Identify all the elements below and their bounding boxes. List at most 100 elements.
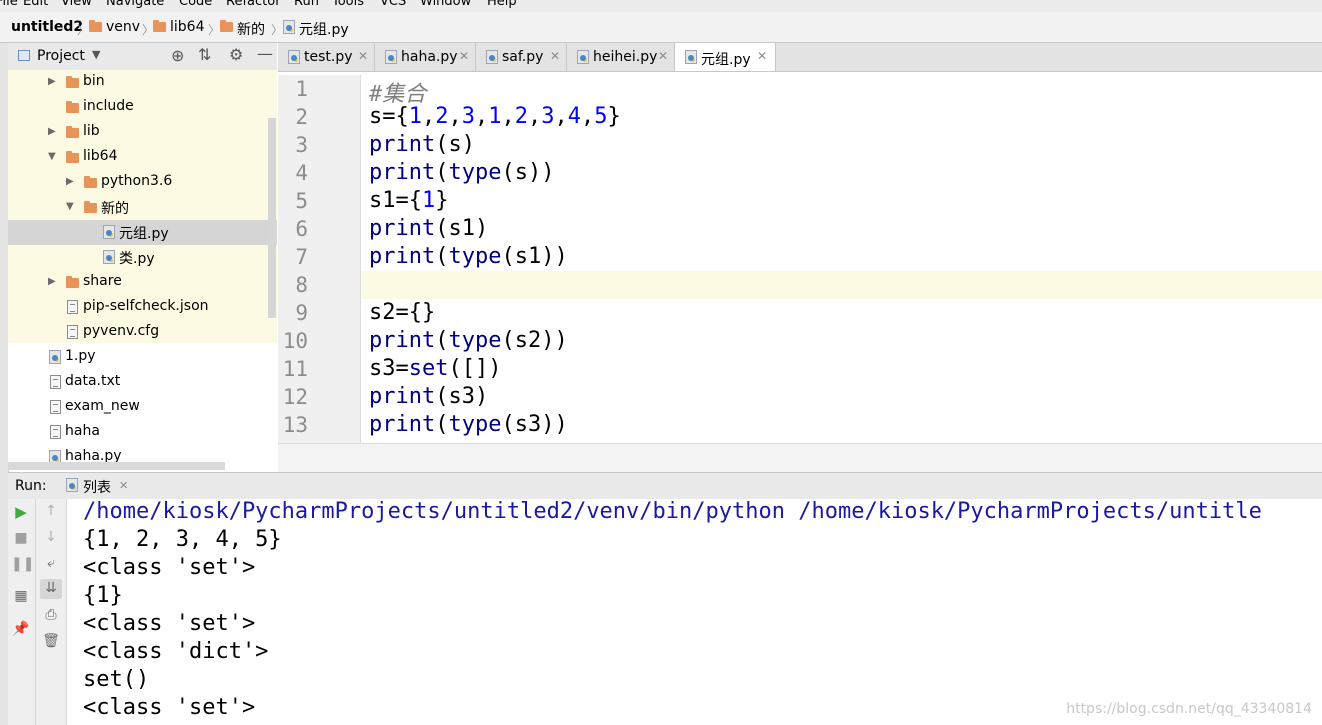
code-number: 5 bbox=[594, 104, 608, 129]
arrow-down-icon[interactable]: ↓ bbox=[41, 529, 61, 545]
pause-icon[interactable]: ❚❚ bbox=[11, 556, 34, 572]
scroll-to-end-icon[interactable]: ⇊ bbox=[41, 580, 61, 596]
code-punctuation: ) bbox=[541, 244, 555, 269]
tree-item-include[interactable]: include bbox=[8, 95, 277, 120]
tree-item-data-txt[interactable]: data.txt bbox=[8, 370, 277, 395]
folder-icon bbox=[153, 20, 166, 32]
close-icon[interactable]: ✕ bbox=[658, 49, 668, 63]
chevron-down-icon[interactable]: ▼ bbox=[92, 48, 100, 61]
menu-view[interactable]: View bbox=[61, 0, 92, 9]
close-icon[interactable]: ✕ bbox=[119, 479, 128, 492]
breadcrumb-venv[interactable]: venv bbox=[106, 19, 140, 35]
tree-item-1-py[interactable]: 1.py bbox=[8, 345, 277, 370]
code-identifier: s3 bbox=[448, 384, 475, 409]
pin-icon[interactable]: 📌 bbox=[11, 621, 31, 637]
code-line[interactable]: print(s3) bbox=[369, 384, 488, 409]
breadcrumb-project[interactable]: untitled2 bbox=[11, 19, 83, 35]
minimize-icon[interactable]: — bbox=[257, 44, 273, 63]
code-line[interactable]: print(s1) bbox=[369, 216, 488, 241]
tree-item-tuple-py[interactable]: 元组.py bbox=[8, 220, 277, 245]
line-number: 10 bbox=[282, 329, 308, 353]
layout-icon[interactable]: ▦ bbox=[11, 588, 31, 604]
chevron-right-icon[interactable]: ▶ bbox=[48, 126, 56, 137]
chevron-right-icon[interactable]: ▶ bbox=[48, 276, 56, 287]
breadcrumb-new-folder[interactable]: 新的 bbox=[237, 19, 265, 39]
code-line[interactable]: s1={1} bbox=[369, 188, 449, 213]
code-line[interactable]: print(type(s)) bbox=[369, 160, 554, 185]
soft-wrap-icon[interactable]: ⤶ bbox=[41, 555, 61, 571]
tab-test-py[interactable]: test.py ✕ bbox=[278, 43, 375, 71]
current-line-highlight bbox=[361, 271, 1322, 299]
tab-tuple-py[interactable]: 元组.py ✕ bbox=[675, 43, 776, 71]
tree-item-lib64[interactable]: ▼ lib64 bbox=[8, 145, 277, 170]
menu-tools[interactable]: Tools bbox=[332, 0, 364, 9]
code-punctuation: , bbox=[422, 104, 436, 129]
tab-heihei-py[interactable]: heihei.py ✕ bbox=[567, 43, 675, 71]
menu-help[interactable]: Help bbox=[487, 0, 517, 9]
gear-icon[interactable]: ⚙ bbox=[229, 45, 243, 64]
code-line[interactable]: s3=set([]) bbox=[369, 356, 502, 381]
menu-refactor[interactable]: Refactor bbox=[226, 0, 281, 9]
tab-saf-py[interactable]: saf.py ✕ bbox=[476, 43, 567, 71]
project-vertical-scrollbar[interactable] bbox=[268, 118, 276, 318]
menu-file[interactable]: File bbox=[0, 0, 18, 9]
code-editor[interactable]: #集合 s={1,2,3,1,2,3,4,5} print(s) print(t… bbox=[361, 75, 1322, 443]
code-line[interactable]: print(type(s2)) bbox=[369, 328, 568, 353]
python-file-icon bbox=[49, 350, 61, 364]
console-line: set() bbox=[83, 667, 150, 692]
chevron-right-icon[interactable]: ▶ bbox=[48, 76, 56, 87]
print-icon[interactable]: ⎙ bbox=[41, 607, 61, 623]
code-line[interactable]: print(type(s1)) bbox=[369, 244, 568, 269]
menu-navigate[interactable]: Navigate bbox=[106, 0, 164, 9]
tree-item-pip-selfcheck[interactable]: pip-selfcheck.json bbox=[8, 295, 277, 320]
close-icon[interactable]: ✕ bbox=[459, 49, 469, 63]
code-line[interactable]: print(s) bbox=[369, 132, 475, 157]
tree-item-exam-new[interactable]: exam_new bbox=[8, 395, 277, 420]
chevron-down-icon[interactable]: ▼ bbox=[66, 201, 74, 212]
trash-icon[interactable]: 🗑 bbox=[41, 633, 61, 649]
tree-item-share[interactable]: ▶ share bbox=[8, 270, 277, 295]
arrow-up-icon[interactable]: ↑ bbox=[41, 503, 61, 519]
tree-item-bin[interactable]: ▶ bin bbox=[8, 70, 277, 95]
breadcrumb-lib64[interactable]: lib64 bbox=[170, 19, 204, 35]
code-punctuation: } bbox=[607, 104, 621, 129]
chevron-down-icon[interactable]: ▼ bbox=[48, 151, 56, 162]
tree-item-lib[interactable]: ▶ lib bbox=[8, 120, 277, 145]
tree-item-label: bin bbox=[83, 73, 105, 89]
close-icon[interactable]: ✕ bbox=[550, 49, 560, 63]
code-line[interactable]: s2={} bbox=[369, 300, 435, 325]
stop-icon[interactable]: ■ bbox=[11, 530, 31, 546]
code-punctuation: ( bbox=[435, 412, 449, 437]
tree-item-python36[interactable]: ▶ python3.6 bbox=[8, 170, 277, 195]
project-horizontal-scrollbar[interactable] bbox=[8, 462, 225, 470]
chevron-right-icon[interactable]: ▶ bbox=[66, 176, 74, 187]
tree-item-pyvenv-cfg[interactable]: pyvenv.cfg bbox=[8, 320, 277, 345]
line-number: 3 bbox=[295, 133, 308, 157]
run-console-output[interactable]: /home/kiosk/PycharmProjects/untitled2/ve… bbox=[67, 499, 1322, 725]
collapse-all-icon[interactable]: ⇅ bbox=[198, 45, 211, 64]
menu-window[interactable]: Window bbox=[420, 0, 471, 9]
close-icon[interactable]: ✕ bbox=[757, 49, 767, 63]
line-number: 4 bbox=[295, 161, 308, 185]
menu-run[interactable]: Run bbox=[294, 0, 319, 9]
run-tab-label[interactable]: 列表 bbox=[83, 477, 111, 497]
tree-item-new-folder[interactable]: ▼ 新的 bbox=[8, 195, 277, 220]
project-panel-title[interactable]: Project bbox=[37, 48, 85, 64]
menu-edit[interactable]: Edit bbox=[23, 0, 48, 9]
close-icon[interactable]: ✕ bbox=[358, 49, 368, 63]
code-punctuation: , bbox=[581, 104, 595, 129]
breadcrumb-file[interactable]: 元组.py bbox=[299, 19, 349, 39]
tree-item-class-py[interactable]: 类.py bbox=[8, 245, 277, 270]
watermark: https://blog.csdn.net/qq_43340814 bbox=[1066, 701, 1312, 717]
code-line[interactable]: print(type(s3)) bbox=[369, 412, 568, 437]
code-punctuation: , bbox=[528, 104, 542, 129]
menu-code[interactable]: Code bbox=[179, 0, 212, 9]
code-punctuation: ) bbox=[541, 412, 555, 437]
code-line[interactable]: s={1,2,3,1,2,3,4,5} bbox=[369, 104, 621, 129]
menu-vcs[interactable]: VCS bbox=[380, 0, 406, 9]
crosshair-icon[interactable]: ⊕ bbox=[171, 46, 184, 65]
tab-haha-py[interactable]: haha.py ✕ bbox=[375, 43, 476, 71]
tree-item-haha[interactable]: haha bbox=[8, 420, 277, 445]
run-icon[interactable]: ▶ bbox=[11, 503, 31, 521]
code-punctuation: ) bbox=[474, 216, 489, 241]
